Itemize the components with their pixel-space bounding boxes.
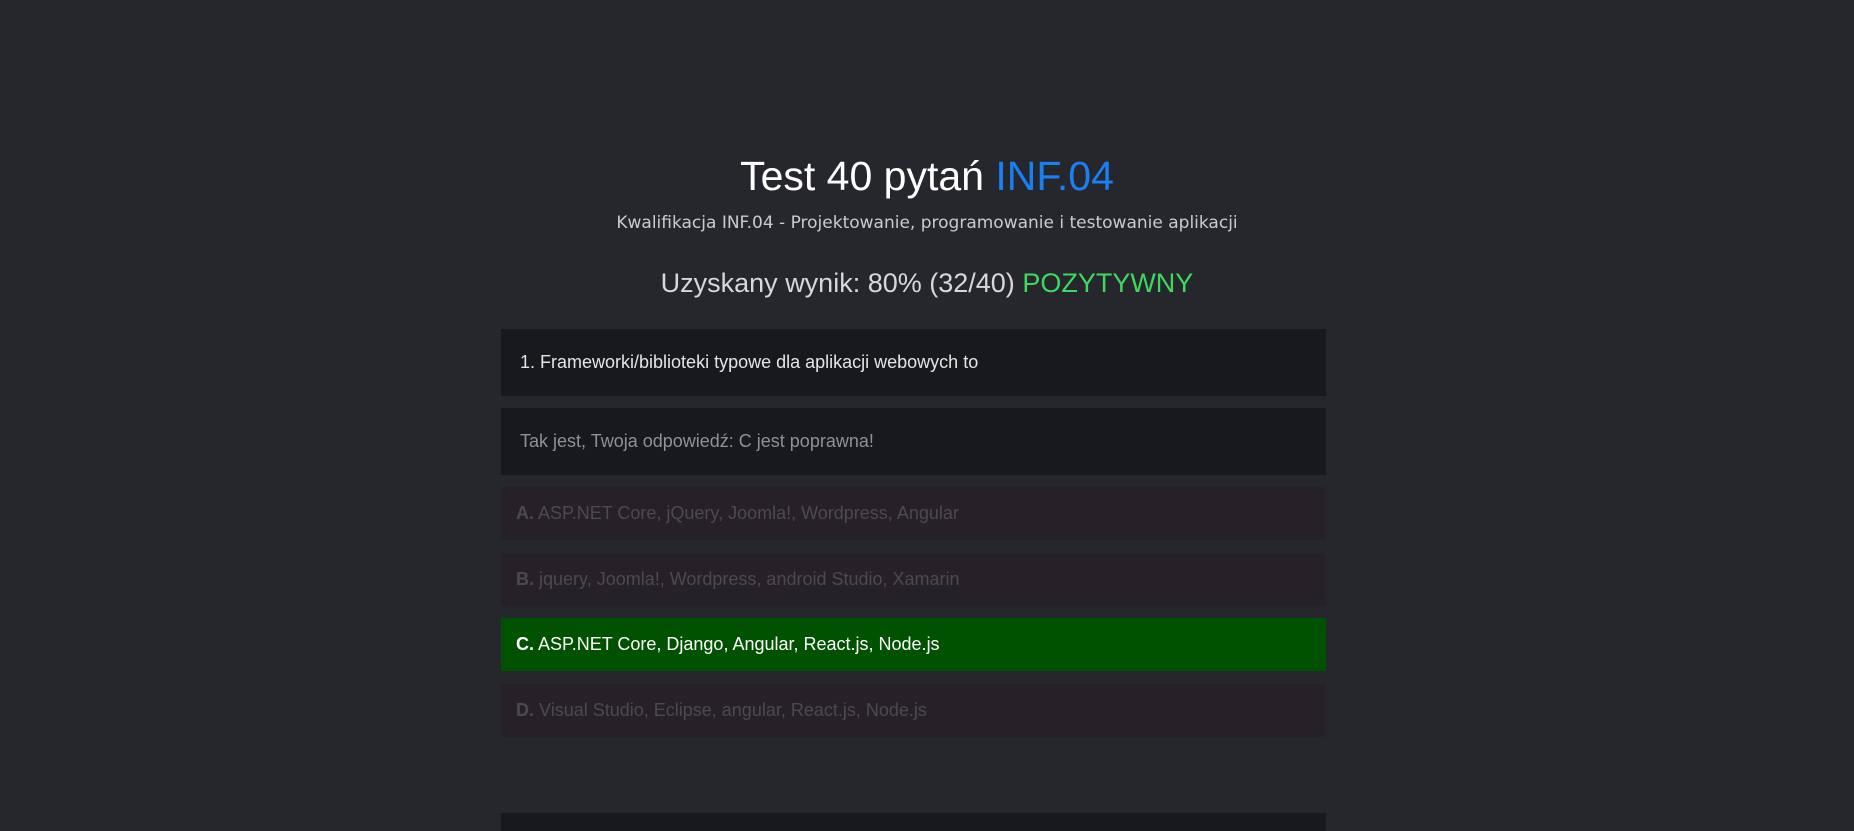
answer-letter: A. [516, 503, 534, 523]
quiz-results-page: Test 40 pytań INF.04 Kwalifikacja INF.04… [0, 0, 1854, 831]
answer-letter: B. [516, 569, 534, 589]
score-summary: Uzyskany wynik: 80% (32/40) POZYTYWNY [0, 266, 1854, 300]
answer-option-d[interactable]: D. Visual Studio, Eclipse, angular, Reac… [501, 684, 1326, 737]
answer-option-c[interactable]: C. ASP.NET Core, Django, Angular, React.… [501, 618, 1326, 671]
answer-option-b[interactable]: B. jquery, Joomla!, Wordpress, android S… [501, 553, 1326, 606]
title-prefix: Test 40 pytań [740, 153, 984, 199]
answer-text: jquery, Joomla!, Wordpress, android Stud… [539, 569, 960, 589]
next-question-card [501, 813, 1326, 831]
title-accent: INF.04 [995, 153, 1114, 199]
page-title: Test 40 pytań INF.04 [0, 150, 1854, 202]
answer-letter: D. [516, 700, 534, 720]
score-status: POZYTYWNY [1022, 268, 1194, 298]
answer-text: Visual Studio, Eclipse, angular, React.j… [539, 700, 927, 720]
answer-text: ASP.NET Core, jQuery, Joomla!, Wordpress… [538, 503, 959, 523]
answer-text: ASP.NET Core, Django, Angular, React.js,… [538, 634, 940, 654]
answer-letter: C. [516, 634, 534, 654]
score-label: Uzyskany wynik: 80% (32/40) [660, 268, 1015, 298]
answer-feedback: Tak jest, Twoja odpowiedź: C jest popraw… [501, 408, 1326, 475]
page-subtitle: Kwalifikacja INF.04 - Projektowanie, pro… [616, 213, 1238, 233]
question-text: 1. Frameworki/biblioteki typowe dla apli… [501, 329, 1326, 396]
answer-option-a[interactable]: A. ASP.NET Core, jQuery, Joomla!, Wordpr… [501, 487, 1326, 540]
